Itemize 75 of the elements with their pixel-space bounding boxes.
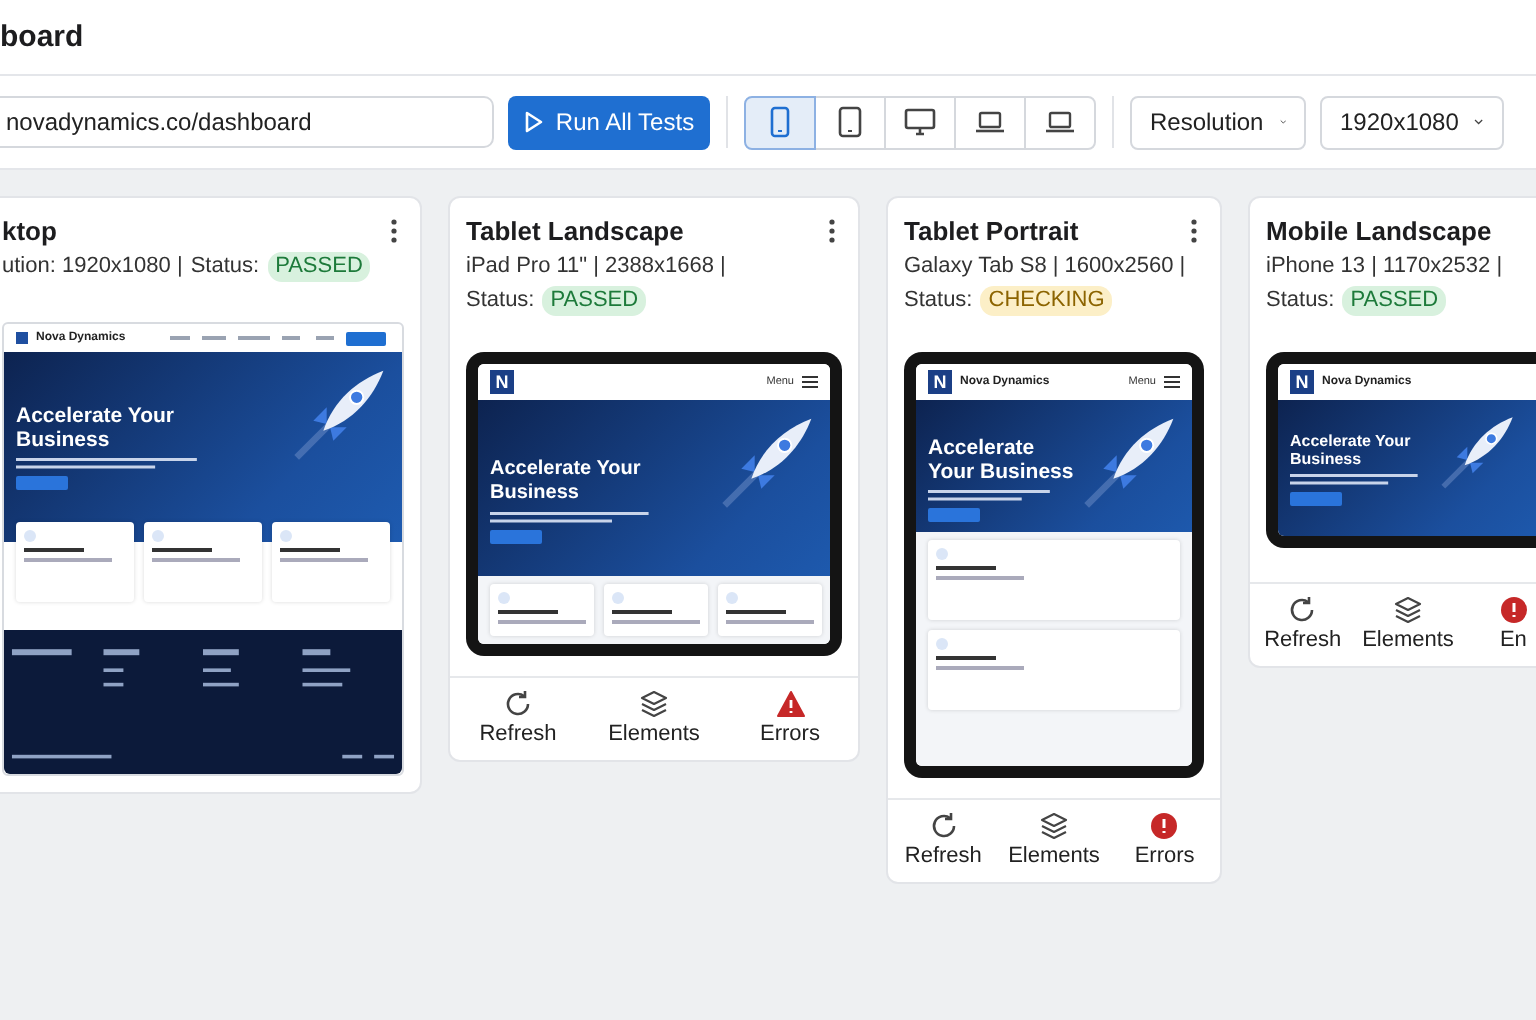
action-button[interactable]: Elements — [586, 690, 722, 746]
more-options-icon[interactable] — [390, 218, 398, 244]
alert-icon — [1150, 812, 1179, 840]
chevron-down-icon — [1474, 116, 1484, 128]
action-button[interactable]: Refresh — [450, 690, 586, 746]
status-badge: PASSED — [1342, 286, 1447, 316]
menu-icon — [802, 376, 818, 388]
more-options-icon[interactable] — [828, 218, 836, 244]
card-content-drawing — [726, 592, 814, 624]
device-toggle[interactable] — [744, 95, 816, 149]
device-toggle[interactable] — [814, 95, 886, 149]
card-title: ktop — [2, 216, 57, 246]
action-button[interactable]: En — [1460, 596, 1536, 652]
card-content-drawing — [612, 592, 700, 624]
action-button[interactable]: Elements — [1355, 596, 1461, 652]
play-icon — [523, 110, 544, 134]
status-badge: PASSED — [542, 286, 647, 316]
run-all-tests-button[interactable]: Run All Tests — [508, 95, 710, 149]
action-button[interactable]: Errors — [722, 690, 858, 746]
logo: N — [490, 370, 514, 394]
card-content-drawing — [280, 530, 368, 562]
card-content-drawing — [24, 530, 112, 562]
status-label: Status: — [904, 286, 973, 316]
hero-headline: Accelerate Your Business — [1290, 431, 1413, 467]
rocket-drawing — [1438, 412, 1518, 492]
card-title: Tablet Portrait — [904, 216, 1079, 246]
layers-icon — [640, 690, 668, 718]
tablet-icon — [838, 106, 862, 138]
card-content-drawing — [936, 548, 1024, 580]
status-label: Status: — [1266, 286, 1335, 316]
action-button[interactable]: Refresh — [888, 812, 999, 868]
layers-icon — [1394, 596, 1422, 624]
hero-headline: Accelerate Your Business — [490, 457, 643, 505]
paragraph-lines-drawing — [1290, 473, 1421, 485]
device-toggle[interactable] — [954, 95, 1026, 149]
refresh-icon — [1288, 596, 1317, 624]
device-toggle[interactable] — [1024, 95, 1096, 149]
paragraph-lines-drawing — [928, 489, 1053, 501]
status-label: Status: — [190, 252, 260, 282]
action-button[interactable]: Refresh — [1250, 596, 1356, 652]
refresh-icon — [929, 812, 958, 840]
device-spec: ution: 1920x1080 | — [2, 252, 183, 282]
layers-icon — [1039, 812, 1068, 840]
device-toggle[interactable] — [884, 95, 956, 149]
url-field[interactable]: novadynamics.co/dashboard — [0, 96, 494, 148]
action-button[interactable]: Elements — [998, 812, 1110, 868]
more-options-icon[interactable] — [1190, 218, 1198, 244]
card-title: Tablet Landscape — [466, 216, 684, 246]
hero-headline: Accelerate Your Business — [928, 435, 1076, 483]
logo-icon — [16, 332, 28, 344]
page-title: board — [0, 20, 84, 54]
refresh-icon — [504, 690, 532, 718]
logo: N — [1290, 370, 1314, 394]
laptop-icon — [1044, 110, 1076, 134]
status-badge: PASSED — [267, 252, 371, 282]
device-spec: iPad Pro 11" | 2388x1668 | — [466, 252, 726, 282]
action-button[interactable]: Errors — [1109, 812, 1220, 868]
card-title: Mobile Landscape — [1266, 216, 1492, 246]
card-content-drawing — [152, 530, 240, 562]
laptop-icon — [974, 110, 1006, 134]
warning-icon — [775, 690, 805, 718]
card-content-drawing — [936, 638, 1024, 670]
dropdown[interactable]: Resolution — [1130, 95, 1306, 149]
alert-icon — [1499, 596, 1528, 624]
phone-icon — [770, 106, 790, 138]
hero-headline: Accelerate Your Business — [16, 404, 176, 452]
status-label: Status: — [466, 286, 535, 316]
status-badge: CHECKING — [980, 286, 1113, 316]
device-spec: iPhone 13 | 1170x2532 | — [1266, 252, 1503, 282]
monitor-icon — [904, 108, 936, 136]
logo: N — [928, 370, 952, 394]
card-content-drawing — [498, 592, 586, 624]
dropdown[interactable]: 1920x1080 — [1320, 95, 1504, 149]
menu-icon — [1164, 376, 1180, 388]
device-spec: Galaxy Tab S8 | 1600x2560 | — [904, 252, 1186, 282]
